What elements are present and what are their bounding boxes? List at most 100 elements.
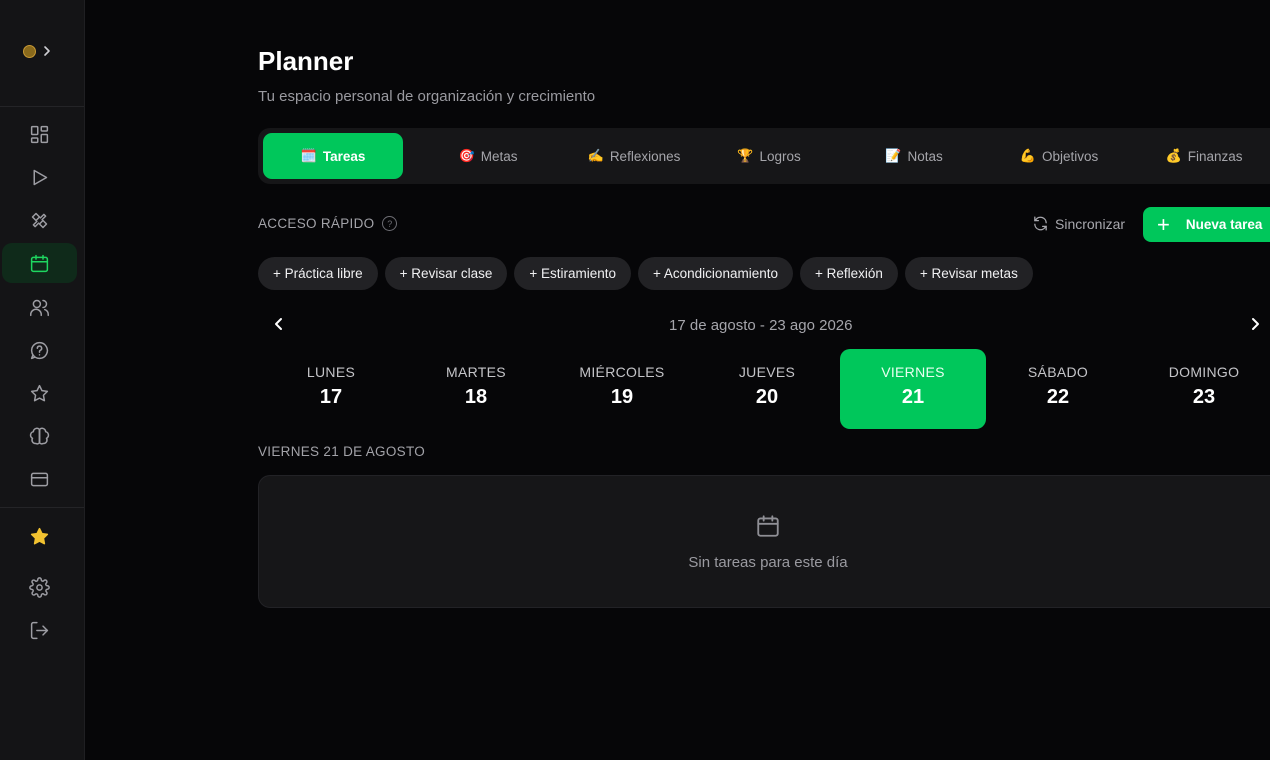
sidebar-divider [0,507,84,508]
day-martes[interactable]: MARTES 18 [403,349,549,429]
week-range: 17 de agosto - 23 ago 2026 [669,317,853,334]
star-icon [30,384,49,401]
day-lunes[interactable]: LUNES 17 [258,349,404,429]
tab-label: Logros [759,148,801,164]
chip-reflexion[interactable]: + Reflexión [799,257,898,290]
day-number: 17 [319,386,343,408]
tab-label: Finanzas [1187,148,1243,164]
day-viernes[interactable]: VIERNES 21 [840,349,986,429]
plus-icon: + [1157,211,1170,237]
play-icon [33,169,48,185]
tab-finanzas[interactable]: 💰 Finanzas [1134,133,1270,179]
tab-metas[interactable]: 🎯 Metas [418,133,558,179]
day-name: JUEVES [738,364,796,380]
day-number: 18 [464,386,488,408]
refresh-icon [1034,216,1047,231]
memo-icon: 📝 [885,148,902,163]
workspace-logo-icon [23,44,36,58]
day-name: SÁBADO [1027,364,1089,380]
sync-label: Sincronizar [1055,215,1126,232]
sidebar-item-play[interactable] [2,157,77,197]
sidebar-item-help[interactable] [2,330,77,370]
money-bag-icon: 💰 [1165,148,1182,163]
quick-access-heading: ACCESO RÁPIDO ? [258,216,398,231]
page-title: Planner [258,46,354,76]
flexed-biceps-icon: 💪 [1019,148,1036,163]
help-icon[interactable]: ? [382,216,398,231]
sidebar-item-users[interactable] [2,287,77,327]
chip-practica-libre[interactable]: + Práctica libre [258,257,378,290]
quick-access-label: ACCESO RÁPIDO [258,216,375,231]
sync-button[interactable]: Sincronizar [1032,215,1125,232]
sidebar-item-settings[interactable] [2,567,77,607]
tab-label: Notas [907,148,943,164]
calendar-emoji-icon: 🗓️ [300,148,317,163]
selected-day-heading: VIERNES 21 DE AGOSTO [258,444,426,459]
tab-label: Reflexiones [609,148,681,164]
calendar-icon [757,515,779,537]
day-number: 20 [755,386,779,408]
sidebar-item-planner[interactable] [2,243,77,283]
tab-label: Objetivos [1041,148,1099,164]
trophy-icon: 🏆 [737,148,754,163]
day-number: 19 [610,386,634,408]
quick-access-chips: + Práctica libre + Revisar clase + Estir… [258,257,1033,290]
day-number: 21 [901,386,925,408]
sidebar-item-dashboard[interactable] [2,114,77,154]
empty-calendar-icon [755,513,781,539]
new-task-label: Nueva tarea [1185,217,1263,232]
sidebar-item-premium[interactable] [2,516,77,556]
day-sabado[interactable]: SÁBADO 22 [985,349,1131,429]
day-name: MARTES [446,364,506,380]
day-name: VIERNES [881,364,945,380]
day-miercoles[interactable]: MIÉRCOLES 19 [549,349,695,429]
chevron-right-icon [1252,318,1259,330]
page-subtitle: Tu espacio personal de organización y cr… [258,88,596,105]
empty-state-text: Sin tareas para este día [688,554,848,571]
day-name: LUNES [306,364,356,380]
previous-week-button[interactable] [272,316,292,336]
day-number: 23 [1192,386,1216,408]
sidebar-item-brain[interactable] [2,416,77,456]
day-domingo[interactable]: DOMINGO 23 [1131,349,1270,429]
gear-icon [29,576,50,598]
tab-notas[interactable]: 📝 Notas [844,133,984,179]
sidebar-header [0,0,84,107]
new-task-button[interactable]: + Nueva tarea [1143,207,1270,242]
sidebar-item-tools[interactable] [2,200,77,240]
sidebar-item-billing[interactable] [2,459,77,499]
day-name: DOMINGO [1168,364,1240,380]
chip-revisar-clase[interactable]: + Revisar clase [384,257,508,290]
logout-icon [30,621,49,639]
workspace-switcher[interactable] [23,44,52,58]
target-icon: 🎯 [458,148,475,163]
tab-logros[interactable]: 🏆 Logros [699,133,839,179]
help-chat-icon [30,341,49,359]
section-tabs: 🗓️ Tareas 🎯 Metas ✍️ Reflexiones 🏆 Logro… [258,128,1270,184]
dashboard-icon [30,125,49,143]
chevron-right-icon [44,46,50,56]
next-week-button[interactable] [1248,316,1268,336]
chip-acondicionamiento[interactable]: + Acondicionamiento [638,257,793,290]
credit-card-icon [30,472,49,486]
tab-label: Tareas [322,148,366,164]
brain-icon [29,427,50,445]
sidebar [0,0,85,760]
day-number: 22 [1046,386,1070,408]
chip-revisar-metas[interactable]: + Revisar metas [904,257,1033,290]
tab-label: Metas [480,148,518,164]
tab-tareas[interactable]: 🗓️ Tareas [263,133,403,179]
star-filled-icon [30,527,49,544]
chip-estiramiento[interactable]: + Estiramiento [514,257,632,290]
tools-icon [31,212,48,228]
day-jueves[interactable]: JUEVES 20 [694,349,840,429]
writing-hand-icon: ✍️ [587,148,604,163]
chevron-left-icon [275,318,282,330]
users-icon [30,299,49,316]
task-list-empty-state: Sin tareas para este día [258,475,1270,608]
day-name: MIÉRCOLES [579,364,665,380]
tab-objetivos[interactable]: 💪 Objetivos [989,133,1129,179]
tab-reflexiones[interactable]: ✍️ Reflexiones [564,133,704,179]
sidebar-item-favorites[interactable] [2,373,77,413]
sidebar-item-logout[interactable] [2,610,77,650]
